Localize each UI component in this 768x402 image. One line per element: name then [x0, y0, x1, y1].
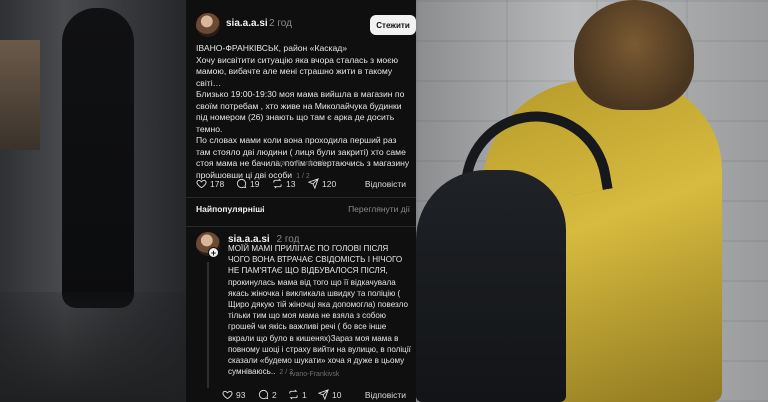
- reply-actions: 93 2 1 10 Відповісти: [222, 389, 406, 402]
- repost-count: 13: [286, 178, 296, 189]
- divider: [186, 226, 416, 227]
- background-backpack: [416, 170, 566, 402]
- reply-link[interactable]: Відповісти: [365, 179, 406, 189]
- reply-comment-count: 2: [272, 389, 277, 400]
- repost-icon: [289, 389, 298, 400]
- reply-repost-button[interactable]: 1: [288, 389, 307, 400]
- reply-repost-count: 1: [302, 389, 307, 400]
- comment-count: 19: [250, 178, 260, 189]
- reply-comment-button[interactable]: 2: [258, 389, 277, 400]
- comment-button[interactable]: 19: [236, 178, 259, 189]
- repost-icon: [273, 178, 282, 189]
- share-count: 120: [322, 178, 337, 189]
- heart-icon: [196, 179, 207, 189]
- reply-like-count: 93: [236, 389, 246, 400]
- sort-dropdown[interactable]: Найпопулярніші: [196, 204, 265, 214]
- post-time: 2 год: [269, 18, 292, 29]
- post-username[interactable]: sia.a.a.si: [226, 18, 268, 29]
- heart-icon: [222, 390, 233, 400]
- reply-reply-link[interactable]: Відповісти: [365, 390, 406, 400]
- like-count: 178: [210, 178, 225, 189]
- reply-text: МОЇЙ МАМІ ПРИЛІТАЄ ПО ГОЛОВІ ПІСЛЯ ЧОГО …: [228, 244, 411, 377]
- send-icon: [318, 389, 329, 400]
- threads-screenshot: sia.a.a.si 2 год Стежити ІВАНО-ФРАНКІВСЬ…: [186, 0, 416, 402]
- avatar[interactable]: [196, 13, 220, 37]
- reply-location: Ivano-Frankivsk: [290, 371, 340, 378]
- thread-line: [207, 262, 209, 388]
- chevron-down-icon[interactable]: ⌄: [259, 203, 266, 212]
- reply-share-button[interactable]: 10: [318, 389, 341, 400]
- comment-icon: [258, 389, 269, 400]
- like-button[interactable]: 178: [196, 178, 224, 189]
- reply-share-count: 10: [332, 389, 342, 400]
- background-floor: [0, 292, 186, 402]
- post-actions: 178 19 13 120 Відповісти: [196, 178, 406, 192]
- comment-icon: [236, 178, 247, 189]
- send-icon: [308, 178, 319, 189]
- share-button[interactable]: 120: [308, 178, 336, 189]
- reply-like-button[interactable]: 93: [222, 389, 245, 400]
- post-header: sia.a.a.si 2 год Стежити: [196, 13, 416, 37]
- background-photo-left: [0, 0, 186, 402]
- post-location: Ivano-Frankivsk: [276, 160, 326, 167]
- see-activity-link[interactable]: Переглянути дії: [348, 204, 410, 214]
- background-door: [0, 40, 40, 150]
- divider: [186, 197, 416, 198]
- sort-bar: Найпопулярніші ⌄ Переглянути дії: [196, 203, 410, 218]
- background-photo-right: [416, 0, 768, 402]
- repost-button[interactable]: 13: [272, 178, 295, 189]
- follow-button[interactable]: Стежити: [370, 15, 416, 35]
- background-hair: [574, 0, 694, 110]
- plus-icon[interactable]: +: [208, 247, 219, 258]
- background-figure: [62, 8, 134, 308]
- reply-body: МОЇЙ МАМІ ПРИЛІТАЄ ПО ГОЛОВІ ПІСЛЯ ЧОГО …: [228, 243, 412, 378]
